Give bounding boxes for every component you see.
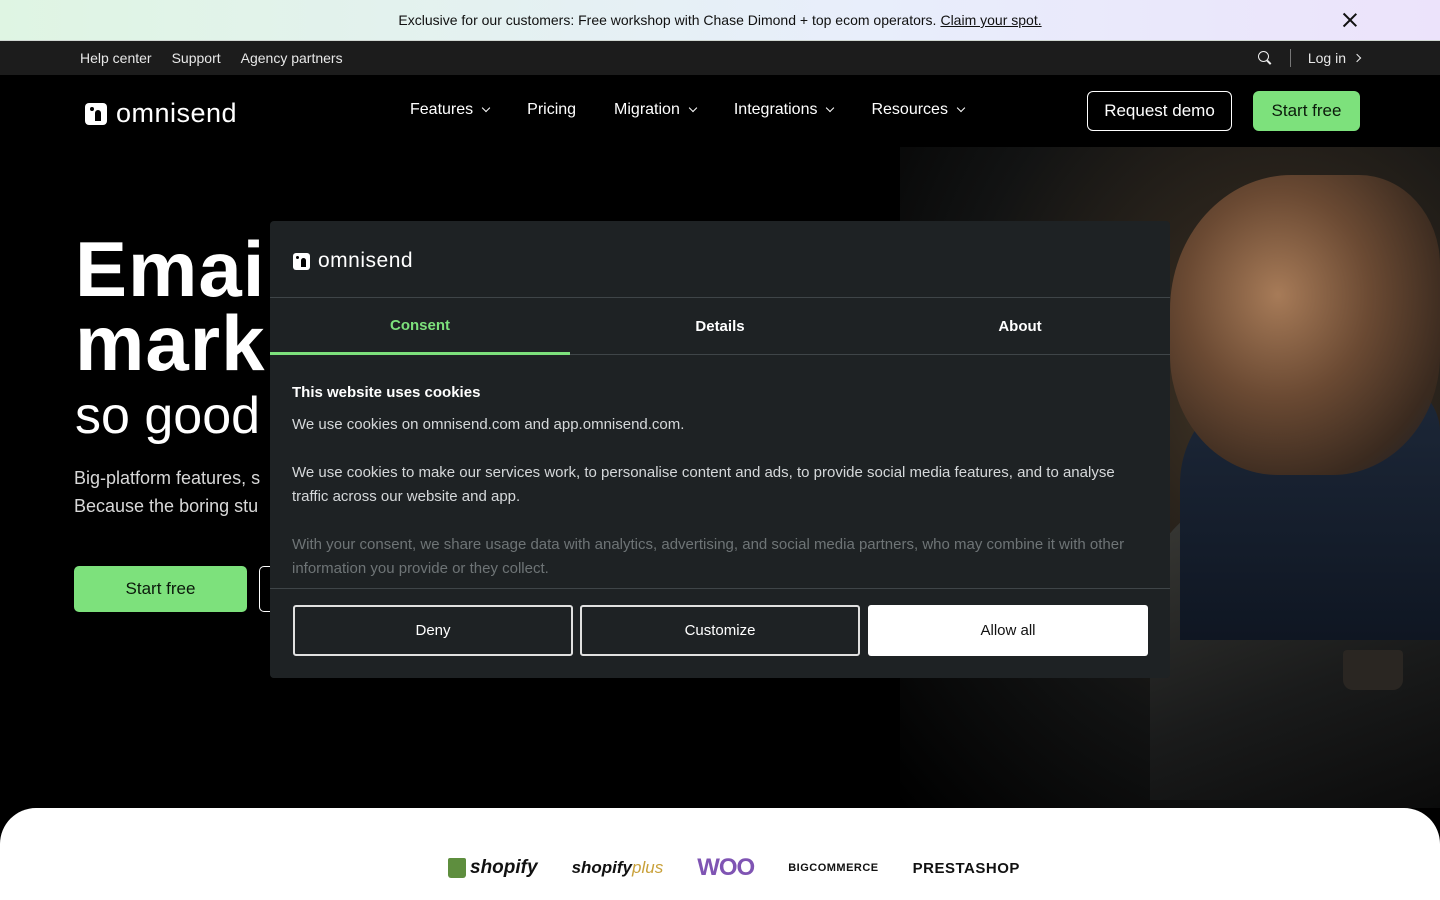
consent-paragraph-2: We use cookies to make our services work… [292, 464, 1115, 505]
chevron-down-icon [956, 103, 966, 113]
nav-item-resources[interactable]: Resources [871, 101, 966, 119]
utility-right: Log in [1257, 41, 1362, 75]
chevron-down-icon [826, 103, 835, 113]
nav-item-label: Integrations [733, 101, 818, 118]
chevron-right-icon [1352, 53, 1362, 63]
hero-mug-image [1343, 650, 1403, 690]
logo-text: omnisend [116, 98, 238, 128]
consent-paragraph-1: We use cookies on omnisend.com and app.o… [292, 416, 685, 433]
shopify-plus-logo: shopifyplus [572, 858, 664, 878]
agency-partners-link[interactable]: Agency partners [241, 50, 343, 66]
consent-paragraph-3: With your consent, we share usage data w… [292, 536, 1125, 577]
nav-item-features[interactable]: Features [410, 101, 491, 119]
hero-desc-line1: Big-platform features, s [74, 468, 261, 488]
shopify-logo: shopify [448, 857, 538, 879]
partner-strip: shopify shopifyplus WOO BIGCOMMERCE PRES… [0, 808, 1440, 900]
hero-subtitle: so good [75, 387, 261, 445]
tab-consent[interactable]: Consent [270, 298, 570, 355]
tab-details[interactable]: Details [570, 298, 870, 355]
close-icon[interactable] [1340, 10, 1360, 30]
woo-logo: WOO [697, 854, 755, 881]
announcement-text: Exclusive for our customers: Free worksh… [398, 12, 937, 28]
hero-title-line1: Emai [75, 225, 266, 313]
support-link[interactable]: Support [172, 50, 221, 66]
help-center-link[interactable]: Help center [80, 50, 152, 66]
login-link[interactable]: Log in [1307, 50, 1362, 66]
partner-logos: shopify shopifyplus WOO BIGCOMMERCE PRES… [448, 854, 1020, 882]
nav-item-pricing[interactable]: Pricing [527, 101, 576, 119]
announcement-bar: Exclusive for our customers: Free worksh… [0, 0, 1440, 41]
cookie-consent-modal: omnisend Consent Details About This webs… [270, 221, 1170, 678]
shopify-plus-suffix: plus [632, 858, 664, 877]
claim-spot-link[interactable]: Claim your spot. [940, 12, 1041, 28]
consent-body: This website uses cookies We use cookies… [292, 381, 1148, 605]
bigcommerce-logo: BIGCOMMERCE [788, 862, 879, 874]
chevron-down-icon [688, 103, 698, 113]
consent-tabs: Consent Details About [270, 297, 1170, 355]
hero-person-head-image [1170, 175, 1440, 475]
omnisend-logo-icon [293, 252, 310, 270]
shopify-plus-text: shopify [571, 858, 633, 877]
omnisend-logo[interactable]: omnisend [85, 98, 237, 129]
search-icon[interactable] [1257, 51, 1272, 65]
nav-item-integrations[interactable]: Integrations [733, 101, 835, 119]
hero-title: Emai mark [75, 225, 266, 387]
hero-start-free-button[interactable]: Start free [74, 566, 247, 612]
hero-desc-line2: Because the boring stu [74, 496, 259, 516]
deny-button[interactable]: Deny [293, 605, 573, 656]
allow-all-button[interactable]: Allow all [868, 605, 1148, 656]
consent-heading: This website uses cookies [292, 384, 481, 401]
hero-title-line2: mark [75, 299, 266, 387]
nav-item-label: Resources [871, 101, 948, 118]
consent-footer: Deny Customize Allow all [270, 588, 1170, 678]
prestashop-logo: PRESTASHOP [912, 859, 1020, 877]
tab-about[interactable]: About [870, 298, 1170, 355]
shopify-text: shopify [470, 857, 538, 878]
utility-divider [1289, 49, 1291, 67]
nav-item-label: Pricing [527, 101, 577, 118]
modal-logo: omnisend [293, 249, 413, 273]
omnisend-logo-icon [85, 102, 107, 125]
start-free-button[interactable]: Start free [1253, 91, 1360, 131]
login-label: Log in [1307, 50, 1346, 66]
chevron-down-icon [481, 103, 491, 113]
nav-item-label: Features [410, 101, 474, 118]
modal-logo-text: omnisend [318, 249, 414, 272]
shopify-bag-icon [448, 858, 466, 878]
utility-bar: Help center Support Agency partners Log … [0, 41, 1440, 75]
main-nav: omnisend Features Pricing Migration Inte… [0, 75, 1440, 147]
request-demo-button[interactable]: Request demo [1087, 91, 1232, 131]
customize-button[interactable]: Customize [580, 605, 860, 656]
utility-links: Help center Support Agency partners [80, 50, 343, 66]
hero-description: Big-platform features, s Because the bor… [74, 464, 260, 520]
nav-menu: Features Pricing Migration Integrations … [410, 101, 1002, 119]
nav-item-label: Migration [614, 101, 680, 118]
nav-item-migration[interactable]: Migration [614, 101, 698, 119]
